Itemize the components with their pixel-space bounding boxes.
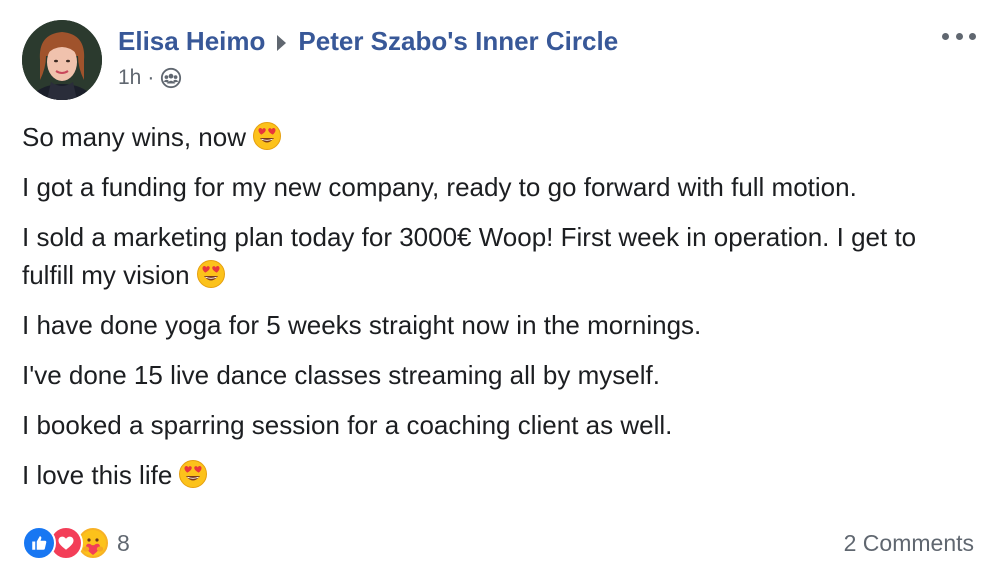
- meta-separator: ·: [147, 66, 155, 89]
- author-avatar[interactable]: [22, 20, 102, 100]
- more-dot: [955, 32, 963, 40]
- post-paragraph: I sold a marketing plan today for 3000€ …: [22, 218, 972, 294]
- post-paragraph: I've done 15 live dance classes streamin…: [22, 356, 972, 394]
- post-meta: 1h ·: [118, 66, 182, 90]
- group-icon[interactable]: [160, 67, 182, 89]
- avatar-photo: [22, 20, 102, 100]
- more-options-icon[interactable]: [942, 26, 976, 46]
- reaction-summary[interactable]: 8: [22, 526, 130, 560]
- reaction-count: 8: [117, 529, 130, 556]
- comments-count-link[interactable]: 2 Comments: [844, 530, 974, 557]
- heart-eyes-emoji: [252, 121, 282, 151]
- post-paragraph: I booked a sparring session for a coachi…: [22, 406, 972, 444]
- paragraph-text: I've done 15 live dance classes streamin…: [22, 360, 660, 390]
- heart-eyes-emoji: [196, 259, 226, 289]
- feed-post: Elisa Heimo Peter Szabo's Inner Circle 1…: [0, 0, 990, 576]
- paragraph-text: I got a funding for my new company, read…: [22, 172, 857, 202]
- author-name-link[interactable]: Elisa Heimo: [118, 26, 265, 57]
- group-name-link[interactable]: Peter Szabo's Inner Circle: [298, 26, 618, 57]
- post-paragraph: I love this life: [22, 456, 972, 494]
- paragraph-text: I booked a sparring session for a coachi…: [22, 410, 673, 440]
- more-dot: [969, 32, 976, 40]
- paragraph-text: So many wins, now: [22, 122, 246, 152]
- heart-eyes-emoji: [178, 459, 208, 489]
- like-icon: [22, 526, 56, 560]
- paragraph-text: I have done yoga for 5 weeks straight no…: [22, 310, 702, 340]
- post-body: So many wins, now I got a funding for my…: [22, 118, 972, 506]
- paragraph-text: I sold a marketing plan today for 3000€ …: [22, 222, 917, 290]
- post-timestamp[interactable]: 1h: [118, 66, 141, 90]
- arrow-right-icon: [277, 34, 287, 51]
- post-header-names: Elisa Heimo Peter Szabo's Inner Circle: [118, 26, 618, 57]
- more-dot: [942, 32, 949, 40]
- post-footer: 8 2 Comments: [22, 526, 974, 566]
- post-paragraph: I got a funding for my new company, read…: [22, 168, 972, 206]
- post-paragraph: So many wins, now: [22, 118, 972, 156]
- paragraph-text: I love this life: [22, 460, 173, 490]
- post-paragraph: I have done yoga for 5 weeks straight no…: [22, 306, 972, 344]
